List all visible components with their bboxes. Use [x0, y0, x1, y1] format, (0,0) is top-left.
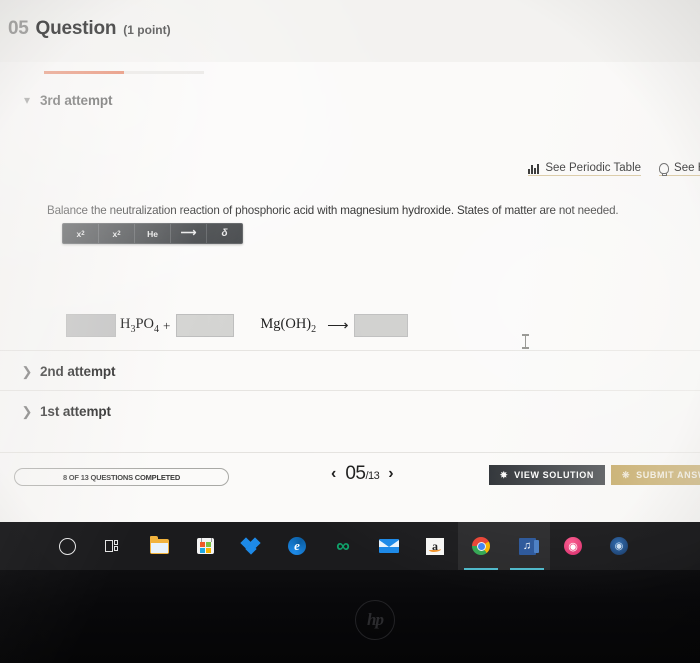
taskbar-item-file-explorer[interactable]	[136, 522, 182, 570]
question-word: Question	[35, 18, 117, 39]
task-view-icon	[105, 540, 121, 552]
question-pager: ‹ 05/13 ›	[331, 463, 394, 485]
taskbar-item-task-view[interactable]	[90, 522, 136, 570]
charge-delta-glyph: δ	[221, 228, 228, 239]
page-indicator: 05/13	[345, 463, 379, 485]
paw-icon: ❊	[622, 469, 631, 480]
infinity-icon: ∞	[336, 535, 350, 557]
see-hint-link[interactable]: See H	[659, 162, 700, 176]
reactant-formula-1: H3PO4	[120, 316, 160, 335]
store-icon	[196, 538, 214, 554]
page-current: 05	[345, 463, 366, 484]
coefficient-input-2[interactable]	[176, 314, 235, 337]
see-periodic-table-link[interactable]: See Periodic Table	[528, 162, 642, 176]
itunes-icon: ◉	[564, 537, 582, 555]
product-input[interactable]	[353, 314, 408, 337]
page-total: /13	[365, 470, 380, 482]
question-footer: 8 OF 13 QUESTIONS COMPLETED ‹ 05/13 › ✵ …	[0, 452, 700, 522]
bar-chart-icon	[528, 163, 540, 174]
lightbulb-icon	[659, 162, 670, 176]
superscript-button[interactable]: x2	[63, 224, 99, 243]
element-picker-label: He	[147, 228, 158, 239]
amazon-icon: a	[426, 537, 444, 555]
hp-logo: hp	[355, 600, 395, 640]
prev-question-button[interactable]: ‹	[331, 466, 336, 482]
see-periodic-table-label: See Periodic Table	[545, 162, 642, 174]
cortana-icon	[58, 537, 76, 555]
attempt-row-2nd[interactable]: ❯ 2nd attempt	[0, 350, 700, 391]
key-icon: ✵	[500, 469, 509, 480]
plus-sign: +	[163, 317, 171, 333]
text-cursor	[522, 334, 529, 349]
reactant-formula-2: Mg(OH)2	[260, 316, 317, 335]
element-picker-button[interactable]: He	[135, 224, 171, 243]
submit-answer-label: SUBMIT ANSW	[636, 470, 700, 480]
taskbar-item-amazon[interactable]: a	[412, 522, 458, 570]
subscript-script: 2	[117, 230, 121, 237]
taskbar-item-edge[interactable]: e	[274, 522, 320, 570]
subscript-button[interactable]: x2	[99, 224, 135, 243]
taskbar-item-word[interactable]: ♫	[504, 522, 550, 570]
reaction-arrow-button[interactable]: ⟶	[171, 224, 207, 243]
attempt-label-1st: 1st attempt	[40, 403, 111, 419]
view-solution-label: VIEW SOLUTION	[514, 470, 594, 480]
page-title: 05 Question (1 point)	[8, 18, 171, 40]
windows-taskbar: e ∞ a ♫ ◉ ◉	[0, 522, 700, 570]
chemical-equation: H3PO4 + Mg(OH)2 ⟶	[66, 314, 408, 337]
folder-icon	[149, 535, 169, 554]
chevron-right-icon: ❯	[21, 403, 33, 419]
chevron-right-icon: ❯	[21, 363, 33, 379]
taskbar-item-infinity[interactable]: ∞	[320, 522, 366, 570]
next-question-button[interactable]: ›	[388, 466, 393, 482]
questions-completed-badge: 8 OF 13 QUESTIONS COMPLETED	[14, 468, 229, 486]
question-number: 05	[8, 18, 29, 39]
tool-links: See Periodic Table See H	[528, 162, 700, 176]
taskbar-item-cortana[interactable]	[44, 522, 90, 570]
question-points: (1 point)	[123, 23, 171, 37]
question-card: ▾ 3rd attempt See Periodic Table See H B…	[0, 62, 700, 452]
word-icon: ♫	[518, 537, 539, 555]
chevron-down-icon: ▾	[23, 93, 31, 107]
questions-completed-label: 8 OF 13 QUESTIONS COMPLETED	[62, 472, 181, 482]
attempt-progress-fill	[44, 71, 124, 74]
submit-answer-button[interactable]: ❊ SUBMIT ANSW	[611, 465, 700, 485]
coefficient-input-1[interactable]	[66, 314, 116, 337]
reaction-arrow-icon: ⟶	[180, 227, 197, 239]
edge-icon: e	[288, 537, 306, 555]
taskbar-item-chrome[interactable]	[458, 522, 504, 570]
see-hint-label: See H	[674, 162, 700, 174]
yields-arrow-icon: ⟶	[327, 318, 348, 334]
superscript-script: 2	[81, 230, 85, 237]
chrome-icon	[472, 537, 490, 555]
mail-icon	[379, 539, 399, 553]
taskbar-item-itunes[interactable]: ◉	[550, 522, 596, 570]
taskbar-item-blue-app[interactable]: ◉	[596, 522, 642, 570]
browser-page: 05 Question (1 point) ▾ 3rd attempt See …	[0, 0, 700, 522]
question-prompt: Balance the neutralization reaction of p…	[47, 204, 619, 217]
attempt-row-1st[interactable]: ❯ 1st attempt	[0, 390, 700, 431]
attempt-progress-track	[44, 71, 204, 74]
charge-delta-button[interactable]: δ	[207, 224, 242, 243]
laptop-bezel	[0, 570, 700, 663]
equation-editor-toolbar: x2 x2 He ⟶ δ	[62, 223, 243, 244]
laptop-photo: 05 Question (1 point) ▾ 3rd attempt See …	[0, 0, 700, 663]
blue-app-icon: ◉	[610, 537, 628, 555]
taskbar-item-microsoft-store[interactable]	[182, 522, 228, 570]
attempt-label-3rd: 3rd attempt	[40, 92, 113, 108]
attempt-row-3rd[interactable]: ▾ 3rd attempt	[0, 80, 700, 120]
view-solution-button[interactable]: ✵ VIEW SOLUTION	[489, 465, 605, 485]
attempt-label-2nd: 2nd attempt	[40, 363, 116, 379]
taskbar-item-dropbox[interactable]	[228, 522, 274, 570]
dropbox-icon	[240, 536, 261, 555]
taskbar-item-mail[interactable]	[366, 522, 412, 570]
